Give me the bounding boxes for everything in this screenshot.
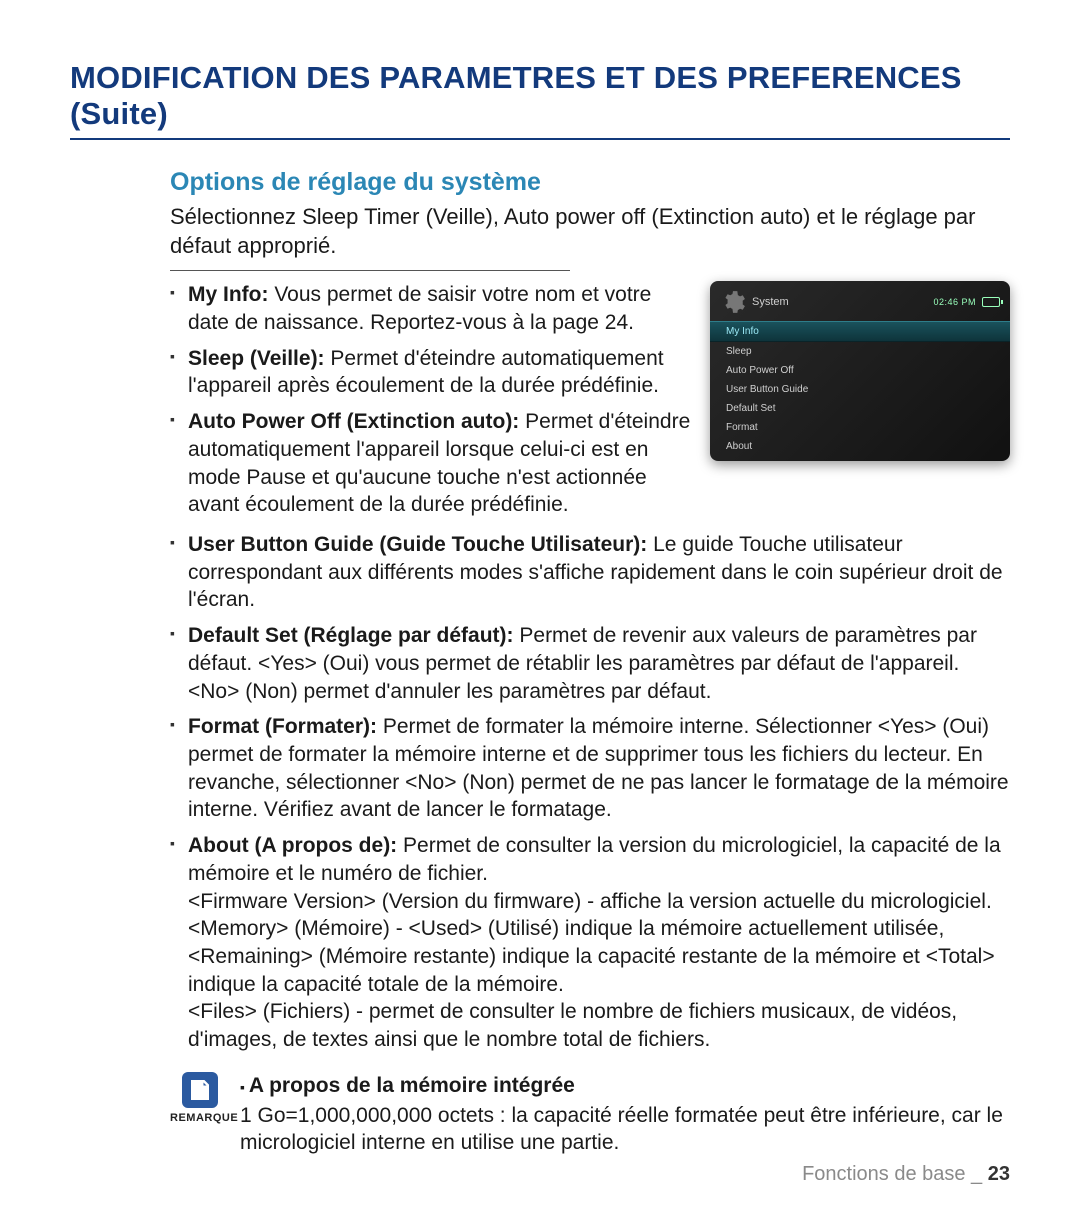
note-heading: A propos de la mémoire intégrée	[240, 1072, 1010, 1100]
bullet-def-label: Default Set (Réglage par défaut):	[188, 624, 514, 647]
bullet-my-info-label: My Info:	[188, 283, 268, 306]
page-title: MODIFICATION DES PARAMETRES ET DES PREFE…	[70, 60, 1010, 140]
divider	[170, 270, 570, 271]
about-files-line: <Files> (Fichiers) - permet de consulter…	[188, 1000, 957, 1051]
bullet-about: About (A propos de): Permet de consulter…	[188, 832, 1010, 1054]
note-label: REMARQUE	[170, 1112, 230, 1124]
device-menu-item-format: Format	[710, 418, 1010, 437]
section-subhead: Options de réglage du système	[170, 168, 1010, 197]
device-screen-title: System	[752, 296, 789, 308]
gear-icon	[720, 289, 746, 315]
device-menu-item-user-button-guide: User Button Guide	[710, 380, 1010, 399]
page-number: 23	[988, 1163, 1010, 1185]
bullet-default-set: Default Set (Réglage par défaut): Permet…	[188, 622, 1010, 705]
bullet-auto-power-off: Auto Power Off (Extinction auto): Permet…	[188, 408, 696, 519]
about-memory-line: <Memory> (Mémoire) - <Used> (Utilisé) in…	[188, 917, 995, 995]
device-menu-item-my-info: My Info	[710, 321, 1010, 342]
device-menu-item-about: About	[710, 437, 1010, 456]
bullet-format: Format (Formater): Permet de formater la…	[188, 713, 1010, 824]
intro-text: Sélectionnez Sleep Timer (Veille), Auto …	[170, 203, 1010, 260]
device-menu-item-default-set: Default Set	[710, 399, 1010, 418]
bullet-about-label: About (A propos de):	[188, 834, 397, 857]
bullet-sleep-label: Sleep (Veille):	[188, 347, 325, 370]
device-menu-item-auto-power-off: Auto Power Off	[710, 361, 1010, 380]
bullet-ubg-label: User Button Guide (Guide Touche Utilisat…	[188, 533, 647, 556]
device-clock: 02:46 PM	[933, 297, 976, 307]
bullet-sleep: Sleep (Veille): Permet d'éteindre automa…	[188, 345, 696, 400]
footer-section: Fonctions de base _	[802, 1163, 982, 1185]
page-footer: Fonctions de base _ 23	[170, 1163, 1010, 1186]
battery-icon	[982, 297, 1000, 307]
device-screenshot: System 02:46 PM My Info Sleep Auto Power…	[710, 281, 1010, 461]
note-body: 1 Go=1,000,000,000 octets : la capacité …	[240, 1102, 1010, 1157]
about-firmware-line: <Firmware Version> (Version du firmware)…	[188, 890, 992, 913]
bullet-fmt-label: Format (Formater):	[188, 715, 377, 738]
device-menu-item-sleep: Sleep	[710, 342, 1010, 361]
device-menu: My Info Sleep Auto Power Off User Button…	[710, 321, 1010, 456]
bullet-my-info: My Info: Vous permet de saisir votre nom…	[188, 281, 696, 336]
note-icon	[182, 1072, 218, 1108]
bullet-apo-label: Auto Power Off (Extinction auto):	[188, 410, 519, 433]
bullet-user-button-guide: User Button Guide (Guide Touche Utilisat…	[188, 531, 1010, 614]
